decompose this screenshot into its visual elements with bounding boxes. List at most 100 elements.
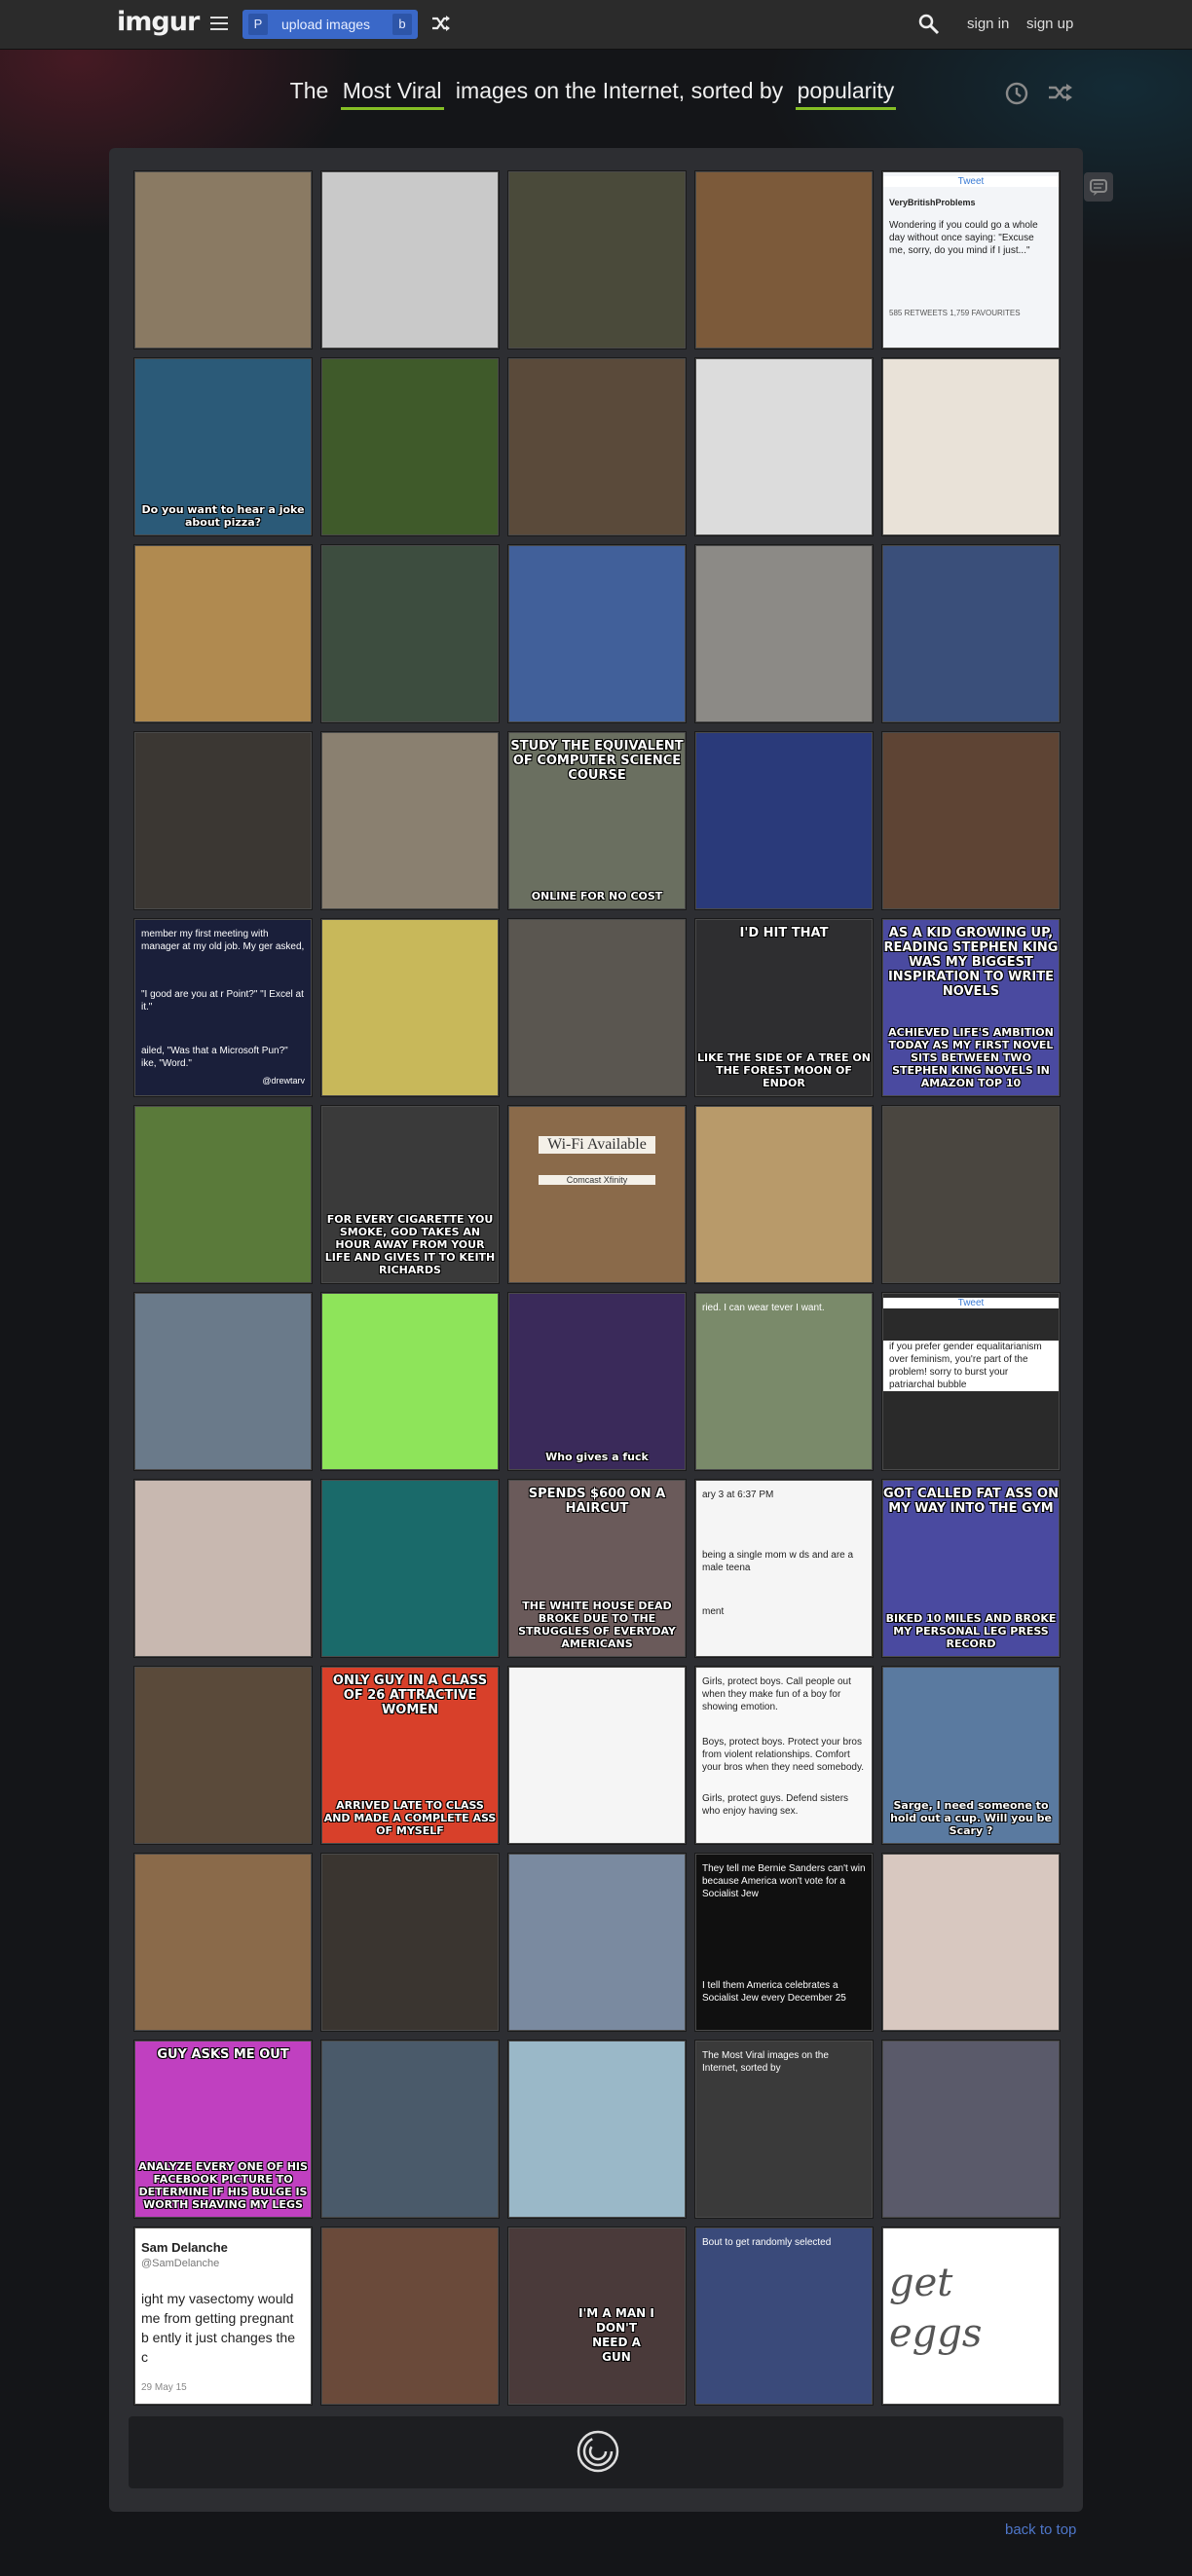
- meme-caption-bottom: ONLINE FOR NO COST: [531, 890, 663, 902]
- image-text-middle: being a single mom w ds and are a male t…: [702, 1550, 854, 1573]
- gallery-image-tile[interactable]: [321, 171, 499, 349]
- gallery-image-tile[interactable]: [882, 358, 1060, 535]
- gallery-image-tile[interactable]: [321, 1293, 499, 1470]
- gallery-image-tile[interactable]: The Most Viral images on the Internet, s…: [695, 2041, 873, 2218]
- gallery-image-tile[interactable]: [321, 1480, 499, 1657]
- gallery-image-tile[interactable]: [508, 545, 686, 722]
- gallery-image-tile[interactable]: I'M A MAN I DON'T NEED A GUN: [508, 2227, 686, 2405]
- gallery-image-tile[interactable]: [695, 171, 873, 349]
- sign-in-link[interactable]: sign in: [967, 16, 1009, 32]
- section-selector[interactable]: Most Viral: [340, 78, 444, 110]
- gallery-image-tile[interactable]: [134, 171, 312, 349]
- gallery-image-tile[interactable]: AS A KID GROWING UP, READING STEPHEN KIN…: [882, 919, 1060, 1096]
- gallery-image-tile[interactable]: get eggs: [882, 2227, 1060, 2405]
- back-to-top-link[interactable]: back to top: [1005, 2521, 1076, 2538]
- sign-up-link[interactable]: sign up: [1026, 16, 1073, 32]
- gallery-image-tile[interactable]: Tweet VeryBritishProblems Wondering if you…: [882, 171, 1060, 349]
- image-text-bottom: Girls, protect guys. Defend sisters who …: [702, 1793, 849, 1817]
- gallery-image-tile[interactable]: [321, 545, 499, 722]
- image-text-bottom: I tell them America celebrates a Sociali…: [702, 1980, 846, 2004]
- image-text-bottom: ment: [702, 1606, 725, 1617]
- image-text-top: The Most Viral images on the Internet, s…: [702, 2050, 829, 2074]
- gallery-image-tile[interactable]: [134, 1106, 312, 1283]
- image-text-middle: "I good are you at r Point?" "I Excel at…: [141, 989, 304, 1012]
- gallery-image-tile[interactable]: [508, 1667, 686, 1844]
- gallery-image-tile[interactable]: They tell me Bernie Sanders can't win be…: [695, 1854, 873, 2031]
- gallery-image-tile[interactable]: Bout to get randomly selected: [695, 2227, 873, 2405]
- upload-shortcut-key-right: b: [392, 14, 412, 35]
- upload-images-button[interactable]: P upload images b: [242, 10, 418, 39]
- gallery-image-tile[interactable]: [134, 1480, 312, 1657]
- gallery-image-tile[interactable]: [134, 1854, 312, 2031]
- gallery-image-tile[interactable]: SPENDS $600 ON A HAIRCUT THE WHITE HOUSE …: [508, 1480, 686, 1657]
- search-icon[interactable]: [917, 13, 941, 36]
- gallery-image-tile[interactable]: member my first meeting with manager at …: [134, 919, 312, 1096]
- clock-icon[interactable]: [1004, 81, 1029, 106]
- meme-caption-bottom: Do you want to hear a joke about pizza?: [141, 503, 305, 529]
- gallery-image-tile[interactable]: [695, 1106, 873, 1283]
- gallery-image-tile[interactable]: ONLY GUY IN A CLASS OF 26 ATTRACTIVE WOM…: [321, 1667, 499, 1844]
- meme-caption-bottom: THE WHITE HOUSE DEAD BROKE DUE TO THE ST…: [518, 1600, 676, 1650]
- meme-caption-top: SPENDS $600 ON A HAIRCUT: [528, 1487, 666, 1516]
- tweet-text: Wondering if you could go a whole day wi…: [889, 220, 1038, 256]
- gallery-image-tile[interactable]: [882, 1854, 1060, 2031]
- gallery-image-tile[interactable]: GOT CALLED FAT ASS ON MY WAY INTO THE GY…: [882, 1480, 1060, 1657]
- gallery-image-tile[interactable]: Sam Delanche @SamDelanche ight my vasectom…: [134, 2227, 312, 2405]
- wifi-sign-subtitle: Comcast Xfinity: [539, 1175, 655, 1185]
- gallery-image-tile[interactable]: I'D HIT THAT LIKE THE SIDE OF A TREE ON T…: [695, 919, 873, 1096]
- image-text-top: Bout to get randomly selected: [702, 2237, 832, 2248]
- gallery-image-tile[interactable]: FOR EVERY CIGARETTE YOU SMOKE, GOD TAKES…: [321, 1106, 499, 1283]
- gallery-image-tile[interactable]: Tweet if you prefer gender equalitarianis…: [882, 1293, 1060, 1470]
- gallery-image-tile[interactable]: [321, 2227, 499, 2405]
- random-icon[interactable]: [1048, 83, 1073, 102]
- tweet-text: ight my vasectomy would me from getting …: [141, 2291, 295, 2365]
- image-text-top: ary 3 at 6:37 PM: [702, 1490, 774, 1500]
- gallery-image-tile[interactable]: [882, 1106, 1060, 1283]
- gallery-image-tile[interactable]: [508, 919, 686, 1096]
- gallery-image-tile[interactable]: [695, 358, 873, 535]
- gallery-image-tile[interactable]: Girls, protect boys. Call people out whe…: [695, 1667, 873, 1844]
- comment-panel-toggle[interactable]: [1084, 172, 1113, 202]
- gallery-image-tile[interactable]: STUDY THE EQUIVALENT OF COMPUTER SCIENCE…: [508, 732, 686, 909]
- gallery-image-tile[interactable]: [321, 358, 499, 535]
- menu-icon[interactable]: [210, 17, 228, 30]
- tweet-stats: 585 RETWEETS 1,759 FAVOURITES: [889, 309, 1021, 317]
- gallery-image-tile[interactable]: [321, 732, 499, 909]
- gallery-image-tile[interactable]: [882, 732, 1060, 909]
- tweet-author-name: Sam Delanche: [141, 2240, 228, 2255]
- gallery-image-tile[interactable]: [882, 2041, 1060, 2218]
- gallery-image-tile[interactable]: [508, 171, 686, 349]
- gallery-image-tile[interactable]: [321, 919, 499, 1096]
- meme-caption-top: STUDY THE EQUIVALENT OF COMPUTER SCIENCE…: [510, 739, 684, 783]
- gallery-image-tile[interactable]: Do you want to hear a joke about pizza?: [134, 358, 312, 535]
- gallery-image-tile[interactable]: [321, 1854, 499, 2031]
- gallery-image-tile[interactable]: Wi-Fi Available Comcast Xfinity: [508, 1106, 686, 1283]
- gallery-image-tile[interactable]: [134, 1667, 312, 1844]
- shuffle-icon[interactable]: [431, 15, 451, 32]
- gallery-image-tile[interactable]: [134, 732, 312, 909]
- gallery-image-tile[interactable]: Sarge, I need someone to hold out a cup.…: [882, 1667, 1060, 1844]
- gallery-image-tile[interactable]: [695, 545, 873, 722]
- image-text-bottom: ailed, "Was that a Microsoft Pun?" ike, …: [141, 1046, 288, 1069]
- gallery-image-tile[interactable]: [508, 358, 686, 535]
- meme-caption-bottom: FOR EVERY CIGARETTE YOU SMOKE, GOD TAKES…: [324, 1213, 496, 1276]
- gallery-image-tile[interactable]: [134, 545, 312, 722]
- imgur-logo[interactable]: imgur: [117, 7, 200, 37]
- gallery-image-tile[interactable]: ried. I can wear tever I want.: [695, 1293, 873, 1470]
- headline-middle: images on the Internet, sorted by: [455, 78, 784, 103]
- gallery-image-tile[interactable]: [508, 2041, 686, 2218]
- gallery-image-tile[interactable]: [508, 1854, 686, 2031]
- gallery-image-tile[interactable]: GUY ASKS ME OUT ANALYZE EVERY ONE OF HIS …: [134, 2041, 312, 2218]
- meme-caption-bottom: ANALYZE EVERY ONE OF HIS FACEBOOK PICTUR…: [138, 2160, 308, 2211]
- comment-icon: [1090, 179, 1107, 196]
- gallery-image-tile[interactable]: ary 3 at 6:37 PM being a single mom w ds …: [695, 1480, 873, 1657]
- image-text-middle: Boys, protect boys. Protect your bros fr…: [702, 1737, 865, 1773]
- gallery-image-tile[interactable]: Who gives a fuck: [508, 1293, 686, 1470]
- tweet-author-handle: @SamDelanche: [141, 2258, 220, 2269]
- gallery-image-tile[interactable]: [321, 2041, 499, 2218]
- wifi-sign-title: Wi-Fi Available: [539, 1136, 655, 1154]
- sort-selector[interactable]: popularity: [795, 78, 897, 110]
- gallery-image-tile[interactable]: [882, 545, 1060, 722]
- gallery-image-tile[interactable]: [134, 1293, 312, 1470]
- gallery-image-tile[interactable]: [695, 732, 873, 909]
